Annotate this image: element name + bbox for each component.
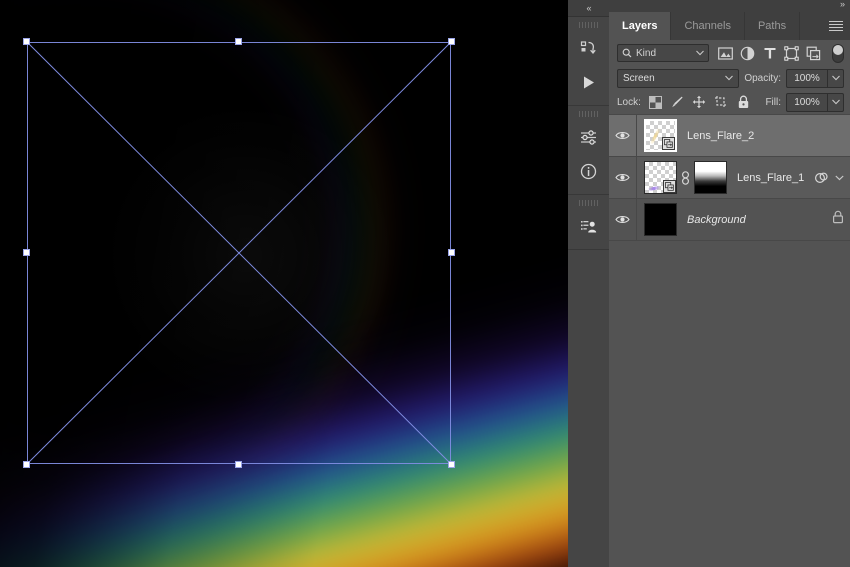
tab-channels[interactable]: Channels <box>671 12 745 40</box>
panel-topbar: » <box>609 0 850 12</box>
libraries-icon[interactable] <box>568 209 609 243</box>
rail-collapse-button[interactable]: « <box>568 0 609 17</box>
layer-thumbnail[interactable] <box>644 203 677 236</box>
chevron-down-icon <box>725 75 734 81</box>
history-icon[interactable] <box>568 31 609 65</box>
eye-icon <box>615 132 630 139</box>
tab-paths-label: Paths <box>757 20 787 32</box>
right-dock: « » Layers Channels Paths Kind Screen Op… <box>568 0 850 567</box>
layer-thumbnail[interactable] <box>644 119 677 152</box>
panel-expand-button[interactable]: » <box>840 0 845 9</box>
eye-icon <box>615 216 630 223</box>
layer-row-lens-flare-2[interactable]: Lens_Flare_2 <box>609 115 850 157</box>
layer-row-background[interactable]: Background <box>609 199 850 241</box>
blend-mode-select[interactable]: Screen <box>617 68 740 88</box>
smart-object-badge-icon <box>663 180 676 193</box>
layers-list[interactable]: Lens_Flare_2 Lens_Flare_1 Background <box>609 115 850 567</box>
filter-shape-icon[interactable] <box>783 45 800 62</box>
adjustments-icon[interactable] <box>568 120 609 154</box>
filter-kind-label: Kind <box>636 47 657 59</box>
rail-group-libraries <box>568 195 609 250</box>
chevron-down-icon <box>835 175 844 180</box>
layer-visibility-toggle[interactable] <box>609 199 637 240</box>
rail-grip[interactable] <box>578 200 599 206</box>
layer-thumbnails <box>637 203 677 236</box>
layer-thumbnails <box>637 119 677 152</box>
fill-label: Fill: <box>765 96 781 108</box>
tab-channels-label: Channels <box>684 20 731 32</box>
layer-row-actions <box>810 171 844 185</box>
layer-mask-link-icon[interactable] <box>680 170 691 185</box>
fill-value[interactable]: 100% <box>787 97 827 108</box>
filter-enable-toggle[interactable] <box>832 43 844 63</box>
rail-group-adjustments <box>568 106 609 195</box>
lock-paint-icon[interactable] <box>670 95 685 110</box>
smart-object-badge-icon <box>662 137 675 150</box>
actions-play-icon[interactable] <box>568 65 609 99</box>
layer-row-lens-flare-1[interactable]: Lens_Flare_1 <box>609 157 850 199</box>
rail-collapse-label: « <box>586 3 591 13</box>
lock-artboard-icon[interactable] <box>714 95 729 110</box>
rail-grip[interactable] <box>578 22 599 28</box>
filter-type-icons <box>717 45 822 62</box>
lock-all-icon[interactable] <box>736 95 751 110</box>
lock-label: Lock: <box>617 96 641 108</box>
blend-mode-value: Screen <box>623 72 655 84</box>
tab-paths[interactable]: Paths <box>744 12 801 40</box>
layer-locked-icon[interactable] <box>832 210 844 229</box>
chevron-down-icon <box>696 50 704 56</box>
layer-visibility-toggle[interactable] <box>609 157 637 198</box>
layer-thumbnails <box>637 161 727 194</box>
layers-panel: » Layers Channels Paths Kind Screen Opac… <box>609 0 850 567</box>
eye-icon <box>615 174 630 181</box>
blend-mode-row: Screen Opacity: 100% <box>609 66 850 90</box>
search-icon <box>622 48 632 58</box>
fill-field[interactable]: 100% <box>786 92 844 112</box>
info-icon[interactable] <box>568 154 609 188</box>
chevron-down-icon <box>831 75 840 81</box>
lock-row: Lock: Fill: 100% <box>609 90 850 114</box>
filter-pixel-icon[interactable] <box>717 45 734 62</box>
opacity-stepper[interactable] <box>827 69 843 87</box>
filter-adjustment-icon[interactable] <box>739 45 756 62</box>
filter-type-icon[interactable] <box>761 45 778 62</box>
lock-icons <box>648 95 751 110</box>
layer-name[interactable]: Background <box>677 214 828 226</box>
filter-kind-select[interactable]: Kind <box>617 44 709 62</box>
tab-layers-label: Layers <box>622 20 658 32</box>
canvas-background <box>0 0 568 567</box>
rail-grip[interactable] <box>578 111 599 117</box>
icon-rail: « <box>568 0 609 567</box>
layer-row-actions <box>828 210 844 229</box>
chevron-down-icon <box>831 99 840 105</box>
opacity-field[interactable]: 100% <box>786 68 844 88</box>
layer-filter-row: Kind <box>609 40 850 66</box>
lock-transparency-icon[interactable] <box>648 95 663 110</box>
photoshop-window: « » Layers Channels Paths Kind Screen Op… <box>0 0 850 567</box>
fill-stepper[interactable] <box>827 93 843 111</box>
rail-group-history <box>568 17 609 106</box>
layer-effects-expand-icon[interactable] <box>835 175 844 181</box>
layer-mask-thumbnail[interactable] <box>694 161 727 194</box>
lock-position-icon[interactable] <box>692 95 707 110</box>
filter-smart-object-icon[interactable] <box>805 45 822 62</box>
document-canvas[interactable] <box>0 0 568 567</box>
layer-thumbnail[interactable] <box>644 161 677 194</box>
layer-name[interactable]: Lens_Flare_2 <box>677 130 844 142</box>
layer-name[interactable]: Lens_Flare_1 <box>727 172 810 184</box>
layer-effects-icon[interactable] <box>814 171 829 185</box>
tab-layers[interactable]: Layers <box>609 12 672 40</box>
panel-tabbar: Layers Channels Paths <box>609 12 850 40</box>
opacity-value[interactable]: 100% <box>787 73 827 84</box>
layer-visibility-toggle[interactable] <box>609 115 637 156</box>
panel-menu-icon[interactable] <box>829 21 843 31</box>
opacity-label: Opacity: <box>744 72 781 84</box>
